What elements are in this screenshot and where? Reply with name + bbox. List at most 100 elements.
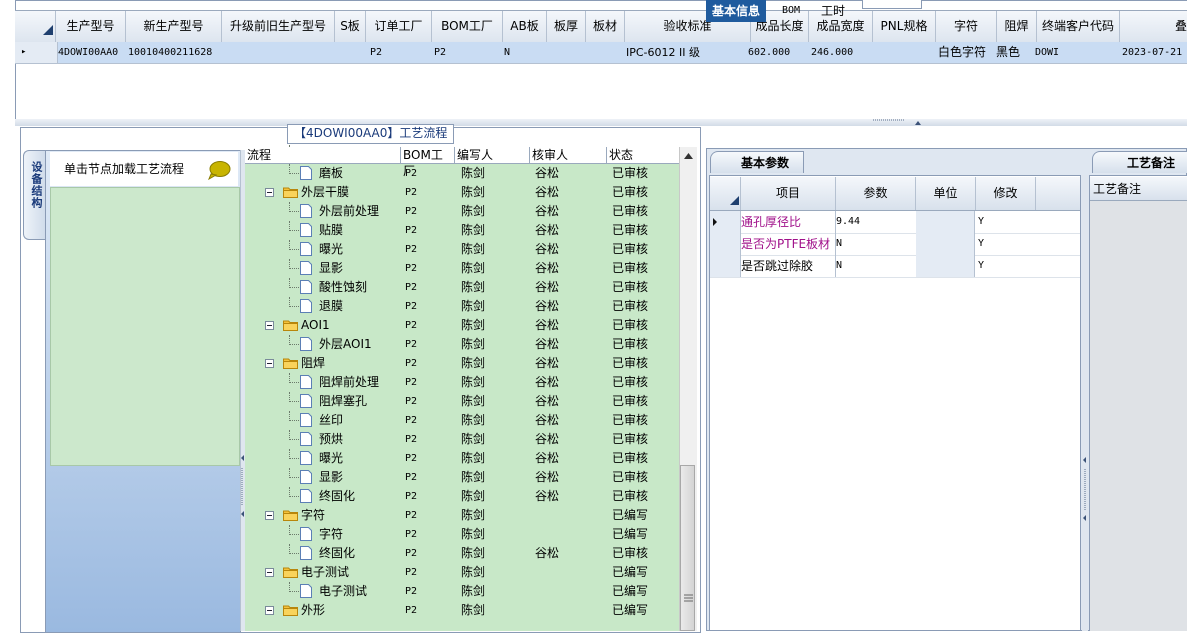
tab-craft-notes[interactable]: 工艺备注 [1092,151,1187,173]
tree-row[interactable]: 字符 P2 陈剑 已编写 [245,525,679,544]
col-header[interactable]: 参数 [836,177,916,210]
cell[interactable] [586,42,624,63]
tree-row[interactable]: 退膜 P2 陈剑 谷松 已审核 [245,297,679,316]
col-header[interactable]: 编写人 [455,147,530,163]
cell[interactable]: 602.000 [746,42,806,63]
param-unit[interactable] [916,255,975,277]
collapse-icon[interactable] [265,359,274,368]
tree-row[interactable]: 曝光 P2 陈剑 谷松 已审核 [245,240,679,259]
tree-row[interactable]: 外形 P2 陈剑 已编写 [245,601,679,620]
tree-row[interactable]: 磨板 P2 陈剑 谷松 已审核 [245,164,679,183]
tree-row[interactable]: 外层AOI1 P2 陈剑 谷松 已审核 [245,335,679,354]
col-header[interactable]: 流程 [245,147,401,163]
tree-row[interactable]: 字符 P2 陈剑 已编写 [245,506,679,525]
top-floating-tab[interactable] [862,0,922,9]
collapse-icon[interactable] [265,321,274,330]
cell[interactable]: 2023-07-21 [1120,42,1187,63]
tree-row[interactable]: 曝光 P2 陈剑 谷松 已审核 [245,449,679,468]
tree-row[interactable]: 显影 P2 陈剑 谷松 已审核 [245,468,679,487]
tree-row[interactable]: 显影 P2 陈剑 谷松 已审核 [245,259,679,278]
cell[interactable]: 4DOWI00AA0 [56,42,125,63]
cell[interactable] [335,42,365,63]
collapse-icon[interactable] [265,568,274,577]
cell[interactable]: DOWI [1033,42,1115,63]
tab-device-structure[interactable]: 设备结构 [23,150,46,240]
col-header[interactable]: 生产型号 [56,11,126,42]
col-header[interactable]: 终端客户代码 [1037,11,1120,42]
param-modify[interactable]: Y [978,211,984,233]
tree-row[interactable]: 电子测试 P2 陈剑 已编写 [245,582,679,601]
col-header[interactable]: 单位 [916,177,976,210]
scrollbar-thumb[interactable] [680,465,695,631]
col-header[interactable]: 核审人 [530,147,607,163]
cell[interactable]: 246.000 [809,42,871,63]
tab-work-hours[interactable]: 工时 [815,0,851,22]
col-header[interactable]: 新生产型号 [126,11,222,42]
col-header[interactable]: 订单工厂 [366,11,432,42]
tree-row[interactable]: 电子测试 P2 陈剑 已编写 [245,563,679,582]
param-row[interactable]: 是否为PTFE板材 N Y [710,233,1080,256]
vertical-splitter[interactable] [1082,175,1088,631]
param-unit[interactable] [916,233,975,255]
scroll-up-icon[interactable] [680,149,697,163]
tab-basic-info[interactable]: 基本信息 [706,0,767,22]
tree-row[interactable]: 阻焊 P2 陈剑 谷松 已审核 [245,354,679,373]
tree-row[interactable]: 外层干膜 P2 陈剑 谷松 已审核 [245,183,679,202]
tree-row[interactable]: 终固化 P2 陈剑 谷松 已审核 [245,487,679,506]
table-row[interactable]: ▸ 4DOWI00AA0 10010400211628 P2 P2 N IPC-… [15,42,1187,64]
cell[interactable]: 黑色 [994,42,1036,63]
cell[interactable]: P2 [432,42,502,63]
param-row[interactable]: 通孔厚径比 9.44 Y [710,211,1080,234]
tree-row[interactable]: 阻焊塞孔 P2 陈剑 谷松 已审核 [245,392,679,411]
tree-row[interactable]: 终固化 P2 陈剑 谷松 已审核 [245,544,679,563]
tree-row[interactable]: 酸性蚀刻 P2 陈剑 谷松 已审核 [245,278,679,297]
horizontal-splitter[interactable] [15,119,1187,126]
param-value-input[interactable]: N [836,257,914,275]
cell[interactable]: 10010400211628 [126,42,221,63]
col-header[interactable]: 状态 [607,147,679,163]
col-header[interactable]: AB板 [503,11,547,42]
cell[interactable] [222,42,334,63]
node-list[interactable] [50,187,240,466]
row-selector[interactable] [710,255,741,277]
param-row[interactable]: 是否跳过除胶 N Y [710,255,1080,278]
tab-bom[interactable]: BOM [776,0,806,22]
craft-notes-header[interactable]: 工艺备注 [1090,177,1187,201]
cell[interactable]: 白色字符 [936,42,996,63]
param-unit[interactable] [916,211,975,233]
tree-row[interactable]: AOI1 P2 陈剑 谷松 已审核 [245,316,679,335]
col-header[interactable]: BOM工厂 [401,147,455,178]
collapse-icon[interactable] [265,606,274,615]
craft-notes-body[interactable] [1090,201,1187,631]
tree-row[interactable]: 预烘 P2 陈剑 谷松 已审核 [245,430,679,449]
tree-row[interactable]: 阻焊前处理 P2 陈剑 谷松 已审核 [245,373,679,392]
param-value-input[interactable]: N [836,235,914,253]
cell[interactable]: N [502,42,546,63]
cell[interactable]: IPC-6012 II 级 [624,42,750,63]
col-header[interactable]: PNL规格 [873,11,936,42]
col-header[interactable]: 叠 [1120,11,1187,42]
col-header[interactable]: 板厚 [547,11,586,42]
row-selector[interactable] [710,233,741,255]
tree-row[interactable]: 外层前处理 P2 陈剑 谷松 已审核 [245,202,679,221]
col-header[interactable]: 板材 [586,11,625,42]
param-modify[interactable]: Y [978,233,984,255]
tab-basic-params[interactable]: 基本参数 [710,151,804,173]
tree-row[interactable]: 贴膜 P2 陈剑 谷松 已审核 [245,221,679,240]
col-header[interactable]: 阻焊 [997,11,1037,42]
col-header[interactable]: 项目 [741,177,836,210]
param-value-input[interactable]: 9.44 [836,213,914,231]
collapse-icon[interactable] [265,511,274,520]
cell[interactable] [547,42,585,63]
col-header[interactable]: 字符 [936,11,997,42]
col-header[interactable]: 修改 [976,177,1036,210]
row-selector[interactable] [710,211,741,233]
col-header[interactable]: S板 [335,11,366,42]
collapse-icon[interactable] [265,188,274,197]
param-modify[interactable]: Y [978,255,984,277]
col-header[interactable]: BOM工厂 [432,11,503,42]
col-header[interactable]: 升级前旧生产型号 [222,11,335,42]
cell[interactable]: P2 [368,42,430,63]
tree-row[interactable]: 丝印 P2 陈剑 谷松 已审核 [245,411,679,430]
cell[interactable] [873,42,935,63]
